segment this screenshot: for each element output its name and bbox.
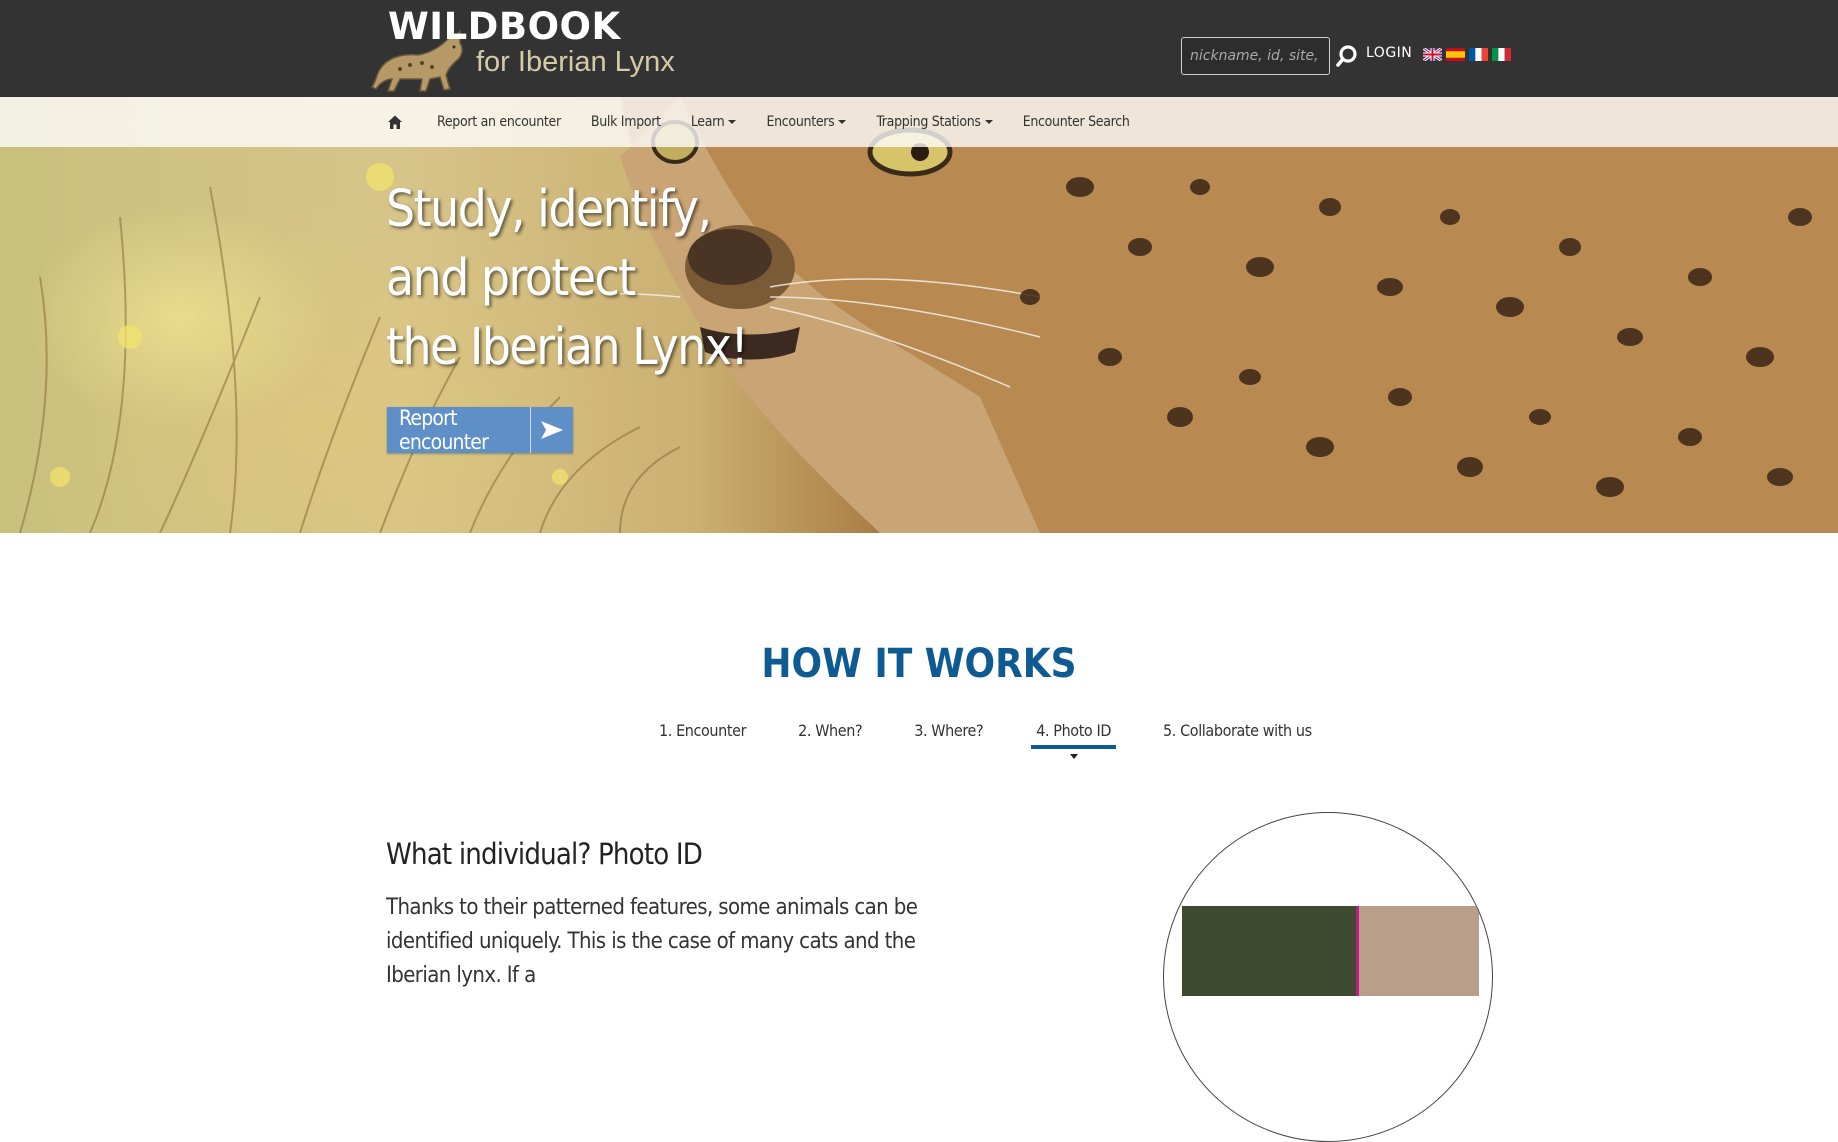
hero-headline: Study, identify, and protect the Iberian… [386, 175, 749, 382]
nav-label: Bulk Import [590, 114, 661, 130]
logo-title: WILDBOOK [388, 5, 621, 48]
top-header-bar [0, 0, 1838, 97]
french-flag-icon[interactable] [1469, 48, 1488, 61]
report-encounter-button[interactable]: Report encounter [387, 406, 573, 454]
nav-report-encounter[interactable]: Report an encounter [437, 114, 561, 130]
nav-encounter-search[interactable]: Encounter Search [1023, 114, 1130, 130]
report-encounter-label: Report encounter [399, 406, 489, 454]
how-it-works-title: HOW IT WORKS [761, 641, 1077, 687]
how-it-works-tabs: 1. Encounter 2. When? 3. Where? 4. Photo… [659, 721, 1312, 759]
nav-label: Learn [690, 114, 725, 130]
section-text: Thanks to their patterned features, some… [386, 895, 918, 988]
nav-learn-dropdown[interactable]: Learn [691, 114, 737, 130]
tab-photo-id[interactable]: 4. Photo ID [1031, 721, 1117, 759]
photo-id-left-image [1182, 906, 1357, 996]
logo-subtitle: for Iberian Lynx [476, 46, 675, 78]
login-link[interactable]: LOGIN [1366, 45, 1412, 61]
arrow-right-icon [531, 407, 573, 453]
home-icon[interactable] [387, 114, 403, 130]
spanish-flag-icon[interactable] [1446, 48, 1465, 61]
nav-label: Encounters [766, 114, 835, 130]
tab-when[interactable]: 2. When? [798, 721, 862, 749]
hero-line: the Iberian Lynx! [386, 318, 749, 377]
nav-bulk-import[interactable]: Bulk Import [591, 114, 661, 130]
italian-flag-icon[interactable] [1492, 48, 1511, 61]
nav-label: Trapping Stations [876, 114, 981, 130]
search-icon[interactable] [1335, 44, 1359, 68]
search-input[interactable] [1181, 37, 1330, 75]
hero-line: Study, identify, [386, 180, 712, 239]
nav-label: Encounter Search [1022, 114, 1130, 130]
nav-trapping-stations-dropdown[interactable]: Trapping Stations [876, 114, 993, 130]
caret-down-icon [838, 120, 847, 124]
hero-banner-image [0, 97, 1838, 533]
nav-label: Report an encounter [437, 114, 561, 130]
lynx-spots [1020, 177, 1812, 497]
photo-id-right-image [1356, 906, 1479, 996]
caret-down-icon [984, 120, 993, 124]
caret-down-icon [728, 120, 737, 124]
section-title: What individual? Photo ID [386, 837, 703, 871]
tab-collaborate[interactable]: 5. Collaborate with us [1163, 721, 1312, 749]
tab-encounter[interactable]: 1. Encounter [659, 721, 747, 749]
main-nav: Report an encounter Bulk Import Learn En… [387, 97, 1160, 147]
wildbook-logo[interactable]: WILDBOOK for Iberian Lynx [370, 5, 680, 93]
nav-encounters-dropdown[interactable]: Encounters [766, 114, 847, 130]
tab-where[interactable]: 3. Where? [914, 721, 983, 749]
english-flag-icon[interactable] [1423, 48, 1442, 61]
hero-line: and protect [386, 249, 636, 308]
language-selector [1423, 48, 1511, 61]
photo-id-illustration [1163, 812, 1493, 1142]
